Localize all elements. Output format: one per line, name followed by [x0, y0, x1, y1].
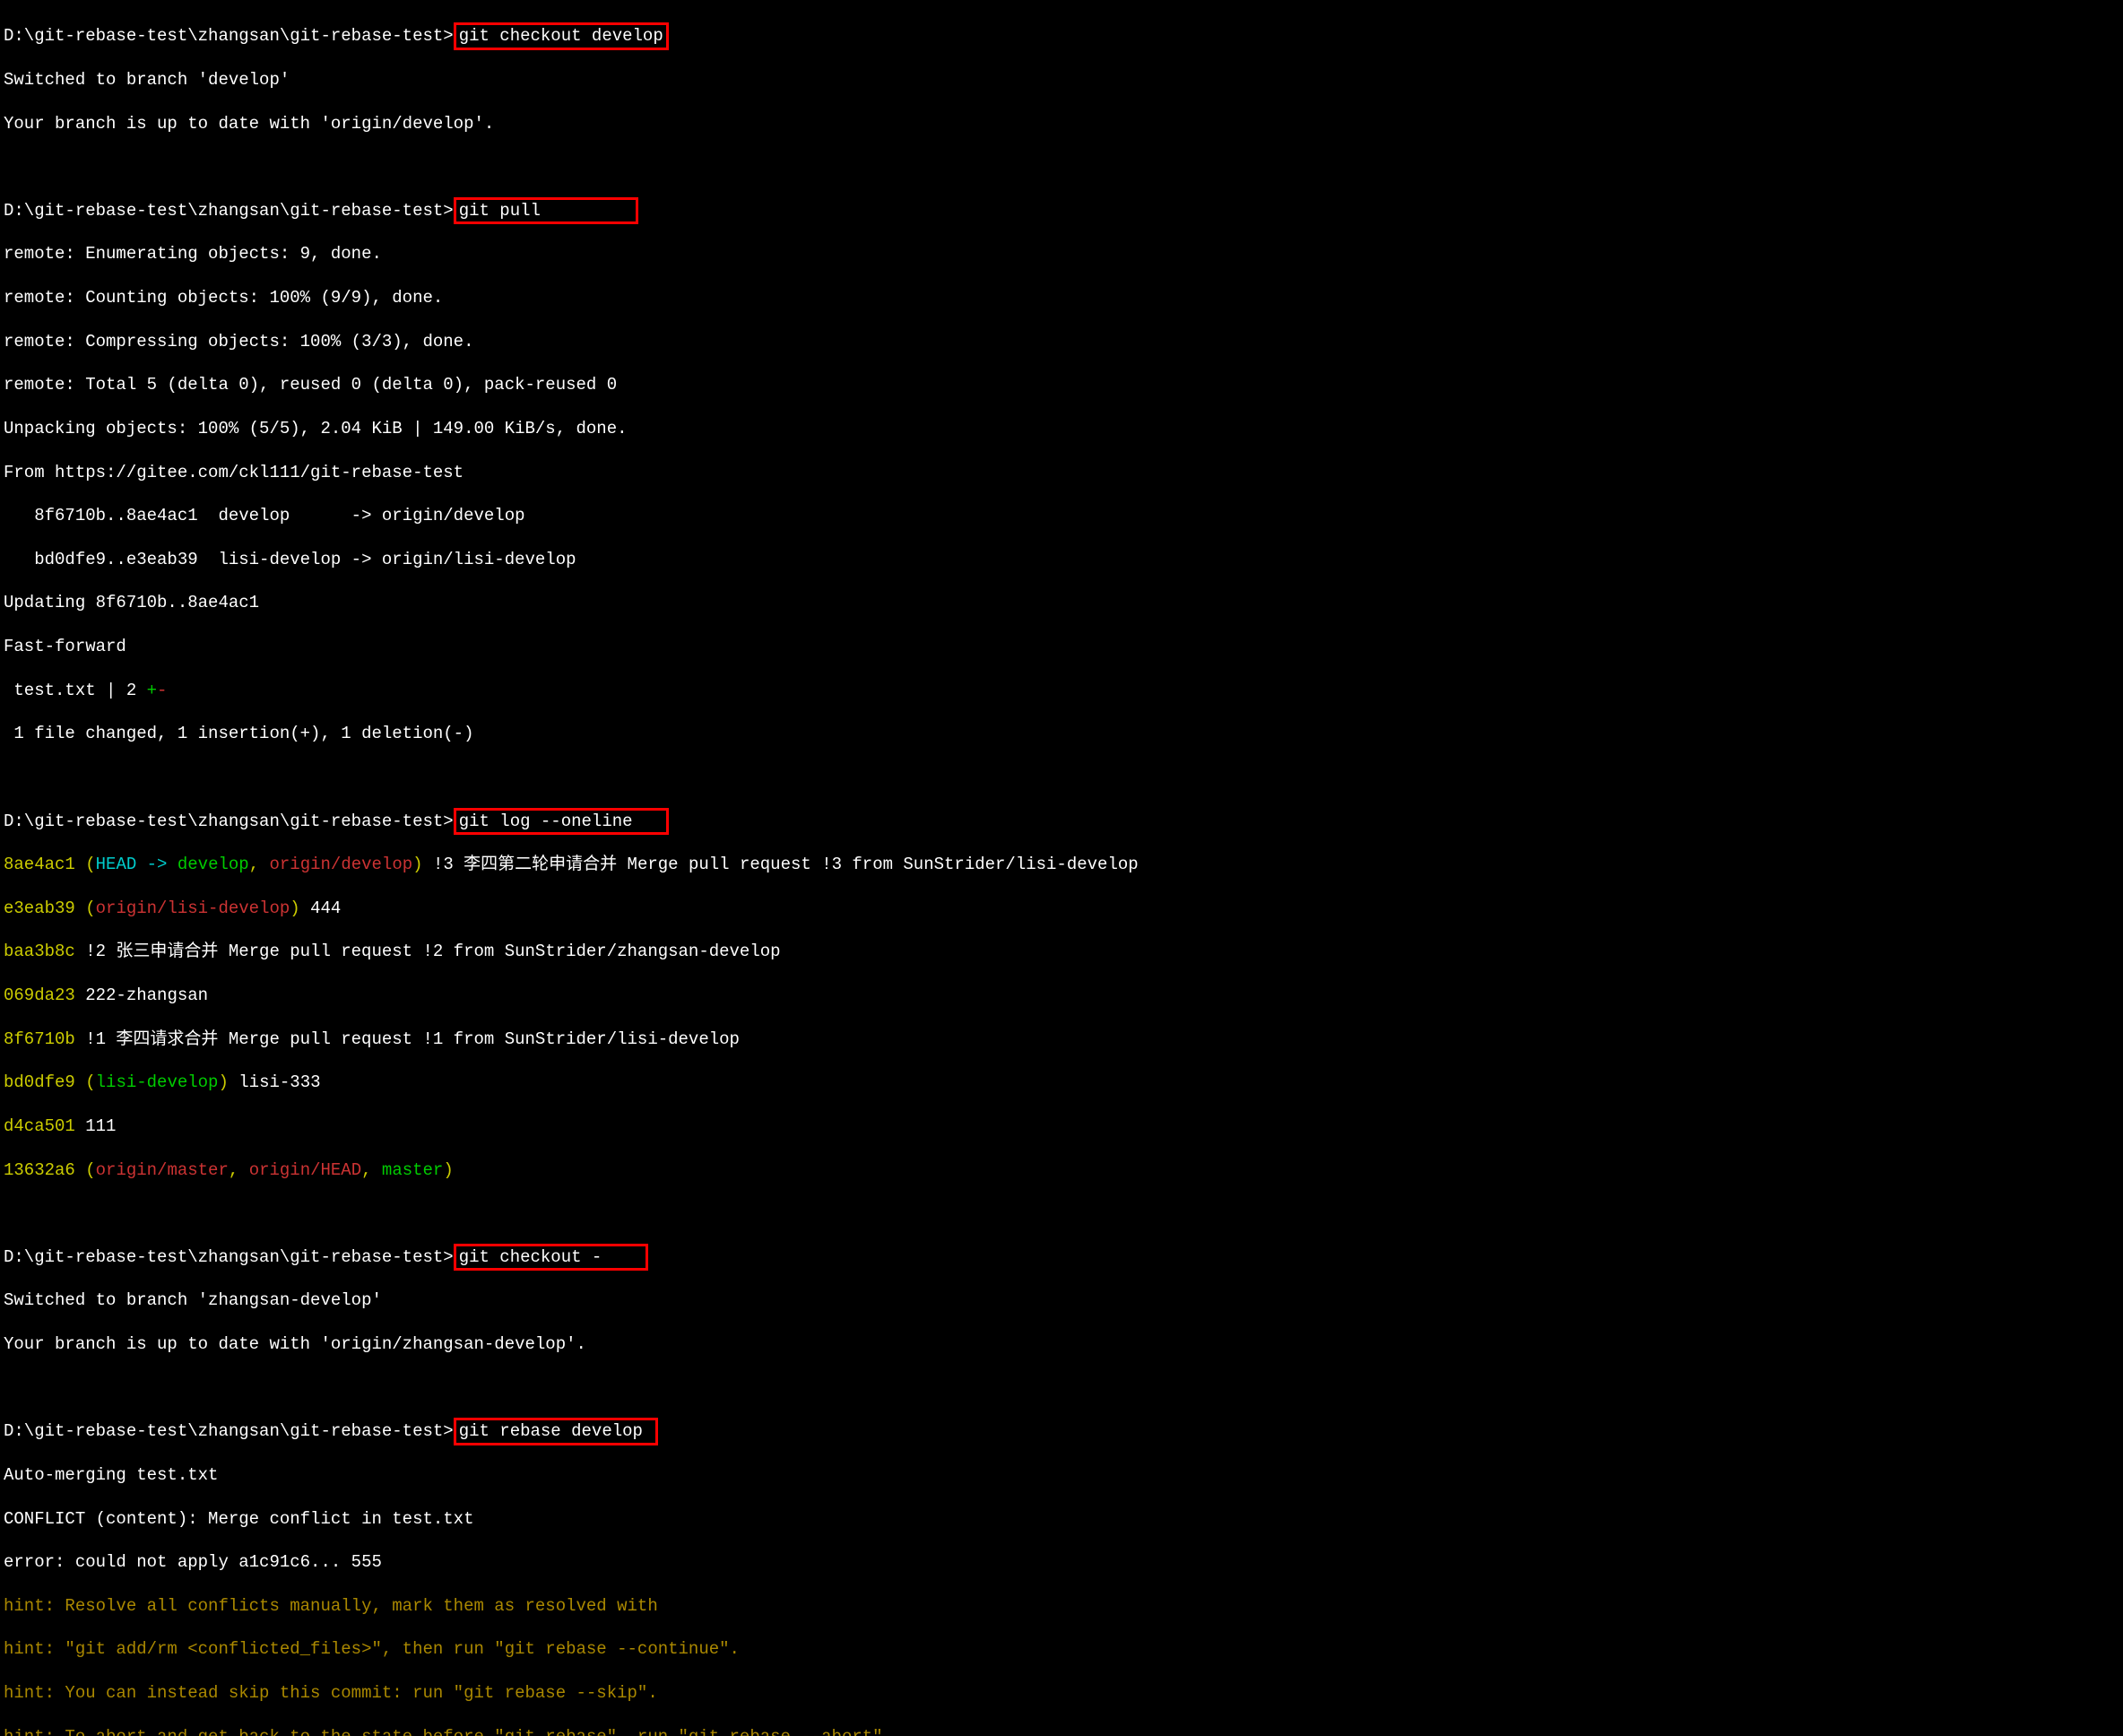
- commit-hash: 13632a6: [4, 1160, 75, 1180]
- prompt: D:\git-rebase-test\zhangsan\git-rebase-t…: [4, 26, 454, 46]
- branch-name: develop: [178, 855, 249, 874]
- commit-hash: e3eab39: [4, 898, 75, 918]
- output-line: bd0dfe9..e3eab39 lisi-develop -> origin/…: [4, 549, 2119, 570]
- output-line: Unpacking objects: 100% (5/5), 2.04 KiB …: [4, 418, 2119, 439]
- prompt: D:\git-rebase-test\zhangsan\git-rebase-t…: [4, 812, 454, 831]
- commit-hash: bd0dfe9: [4, 1072, 75, 1092]
- output-line: CONFLICT (content): Merge conflict in te…: [4, 1508, 2119, 1530]
- output-line: From https://gitee.com/ckl111/git-rebase…: [4, 462, 2119, 483]
- output-line: error: could not apply a1c91c6... 555: [4, 1551, 2119, 1573]
- cmd-text: git log --oneline: [459, 812, 633, 831]
- output-line: Your branch is up to date with 'origin/d…: [4, 113, 2119, 135]
- commit-hash: d4ca501: [4, 1116, 75, 1136]
- prompt: D:\git-rebase-test\zhangsan\git-rebase-t…: [4, 1247, 454, 1267]
- output-line: Fast-forward: [4, 636, 2119, 657]
- remote-ref: origin/develop: [270, 855, 413, 874]
- hint-line: hint: You can instead skip this commit: …: [4, 1682, 2119, 1704]
- commit-msg: !3 李四第二轮申请合并 Merge pull request !3 from …: [423, 855, 1139, 874]
- diffstat-file: test.txt | 2: [4, 681, 147, 700]
- commit-msg: 444: [300, 898, 342, 918]
- commit-hash: 069da23: [4, 985, 75, 1005]
- output-line: remote: Counting objects: 100% (9/9), do…: [4, 287, 2119, 308]
- cmd-text: git rebase develop: [459, 1421, 643, 1441]
- commit-msg: 111: [75, 1116, 117, 1136]
- branch-name: lisi-develop: [96, 1072, 219, 1092]
- output-line: Switched to branch 'develop': [4, 69, 2119, 91]
- cmd-text: git checkout -: [459, 1247, 602, 1267]
- highlight-cmd-checkout-back: git checkout -: [454, 1244, 648, 1271]
- cmd-text: git pull: [459, 201, 541, 221]
- terminal-output: D:\git-rebase-test\zhangsan\git-rebase-t…: [0, 0, 2123, 1736]
- remote-ref: origin/master: [96, 1160, 229, 1180]
- remote-ref: origin/lisi-develop: [96, 898, 290, 918]
- output-line: Auto-merging test.txt: [4, 1464, 2119, 1486]
- output-line: Updating 8f6710b..8ae4ac1: [4, 592, 2119, 613]
- head-ref: HEAD ->: [96, 855, 178, 874]
- output-line: 8f6710b..8ae4ac1 develop -> origin/devel…: [4, 505, 2119, 526]
- commit-hash: 8ae4ac1: [4, 855, 75, 874]
- remote-ref: origin/HEAD: [249, 1160, 361, 1180]
- commit-msg: 222-zhangsan: [75, 985, 208, 1005]
- output-line: remote: Compressing objects: 100% (3/3),…: [4, 331, 2119, 352]
- output-line: remote: Total 5 (delta 0), reused 0 (del…: [4, 374, 2119, 395]
- cmd-text: git checkout develop: [459, 26, 663, 46]
- output-line: Switched to branch 'zhangsan-develop': [4, 1289, 2119, 1311]
- hint-line: hint: "git add/rm <conflicted_files>", t…: [4, 1638, 2119, 1660]
- diff-minus: -: [157, 681, 167, 700]
- diff-plus: +: [147, 681, 157, 700]
- commit-msg: !2 张三申请合并 Merge pull request !2 from Sun…: [75, 942, 781, 961]
- hint-line: hint: To abort and get back to the state…: [4, 1726, 2119, 1736]
- hint-line: hint: Resolve all conflicts manually, ma…: [4, 1595, 2119, 1617]
- prompt: D:\git-rebase-test\zhangsan\git-rebase-t…: [4, 201, 454, 221]
- highlight-cmd-pull: git pull: [454, 197, 638, 224]
- output-line: remote: Enumerating objects: 9, done.: [4, 243, 2119, 265]
- highlight-cmd-log: git log --oneline: [454, 808, 669, 835]
- commit-hash: 8f6710b: [4, 1029, 75, 1049]
- branch-name: master: [382, 1160, 443, 1180]
- highlight-cmd-checkout-develop: git checkout develop: [454, 22, 669, 49]
- highlight-cmd-rebase: git rebase develop: [454, 1418, 659, 1445]
- commit-msg: lisi-333: [229, 1072, 321, 1092]
- output-line: 1 file changed, 1 insertion(+), 1 deleti…: [4, 723, 2119, 744]
- commit-msg: !1 李四请求合并 Merge pull request !1 from Sun…: [75, 1029, 740, 1049]
- commit-hash: baa3b8c: [4, 942, 75, 961]
- prompt: D:\git-rebase-test\zhangsan\git-rebase-t…: [4, 1421, 454, 1441]
- output-line: Your branch is up to date with 'origin/z…: [4, 1333, 2119, 1355]
